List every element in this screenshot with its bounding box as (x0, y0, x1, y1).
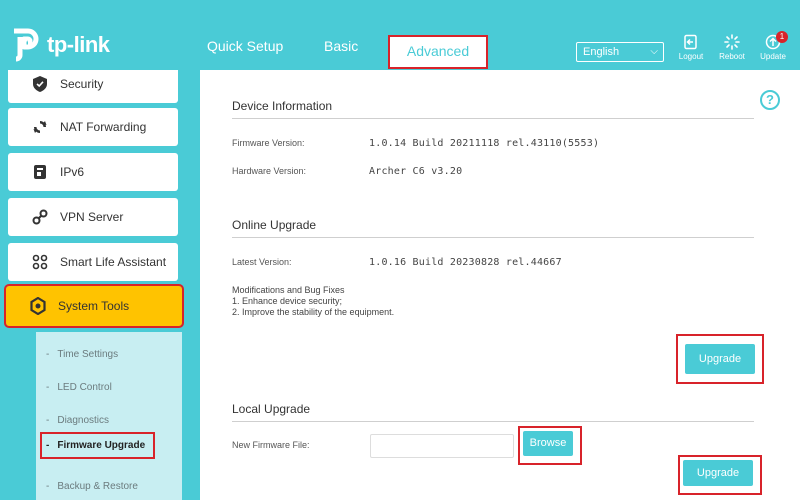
release-notes: Modifications and Bug Fixes 1. Enhance d… (232, 285, 394, 318)
reboot-icon (724, 34, 740, 50)
system-tools-submenu: - Time Settings - LED Control - Diagnostics… (36, 332, 182, 500)
submenu-label: Firmware Upgrade (57, 440, 146, 451)
submenu-item-diagnostics[interactable]: - Diagnostics (46, 415, 109, 426)
device-info-title: Device Information (232, 99, 333, 113)
local-upgrade-button[interactable]: Upgrade (683, 460, 753, 486)
release-note-item: 1. Enhance device security; (232, 296, 343, 306)
submenu-item-firmware-upgrade[interactable]: - Firmware Upgrade (39, 432, 156, 459)
update-badge: 1 (776, 31, 788, 43)
language-select[interactable]: English ⌵ (576, 42, 664, 62)
tab-advanced[interactable]: Advanced (388, 35, 488, 69)
chevron-down-icon: ⌵ (650, 46, 658, 57)
top-header: tp-link Quick Setup Basic Advanced Engli… (0, 0, 800, 70)
main-panel: ? Device Information Firmware Version: 1… (200, 70, 800, 500)
divider (232, 118, 754, 119)
submenu-label: Backup & Restore (57, 481, 138, 492)
submenu-item-backup-restore[interactable]: - Backup & Restore (46, 481, 138, 492)
divider (232, 237, 754, 238)
submenu-item-led-control[interactable]: - LED Control (46, 382, 112, 393)
reboot-label: Reboot (719, 52, 745, 61)
sidebar-item-security[interactable]: Security (8, 70, 178, 103)
online-upgrade-title: Online Upgrade (232, 218, 317, 232)
latest-version-value: 1.0.16 Build 20230828 rel.44667 (369, 257, 562, 268)
shield-icon (30, 74, 50, 94)
online-upgrade-button[interactable]: Upgrade (685, 344, 755, 374)
language-value: English (583, 46, 620, 58)
submenu-label: Diagnostics (57, 415, 110, 426)
online-upgrade-button-highlight: Upgrade (676, 334, 764, 384)
sidebar-item-label: IPv6 (60, 165, 85, 179)
tp-link-logo[interactable]: tp-link (8, 27, 110, 63)
sidebar-item-label: Smart Life Assistant (60, 255, 167, 269)
browse-button[interactable]: Browse (523, 431, 573, 456)
local-upgrade-button-highlight: Upgrade (678, 455, 762, 495)
update-button[interactable]: 1 Update (753, 31, 793, 61)
submenu-label: Time Settings (57, 349, 119, 360)
sidebar-item-vpn-server[interactable]: VPN Server (8, 198, 178, 236)
hardware-version-value: Archer C6 v3.20 (369, 166, 463, 177)
submenu-label: LED Control (57, 382, 112, 393)
divider (232, 421, 754, 422)
sidebar: Security NAT Forwarding IPv6 VPN Server … (0, 70, 190, 500)
smart-life-icon (30, 252, 50, 272)
sidebar-item-label: NAT Forwarding (60, 120, 147, 134)
sidebar-item-smart-life-assistant[interactable]: Smart Life Assistant (8, 243, 178, 281)
reboot-button[interactable]: Reboot (712, 34, 752, 61)
sidebar-item-ipv6[interactable]: IPv6 (8, 153, 178, 191)
logout-button[interactable]: Logout (671, 34, 711, 61)
firmware-version-value: 1.0.14 Build 20211118 rel.43110(5553) (369, 138, 600, 149)
ipv6-icon (30, 162, 50, 182)
firmware-version-label: Firmware Version: (232, 138, 305, 148)
tab-quick-setup[interactable]: Quick Setup (207, 38, 283, 54)
gear-icon (28, 296, 48, 316)
help-icon[interactable]: ? (760, 90, 780, 110)
sidebar-item-system-tools[interactable]: System Tools (4, 284, 184, 328)
brand-name: tp-link (47, 32, 110, 57)
tp-link-logo-icon (14, 28, 39, 62)
submenu-item-time-settings[interactable]: - Time Settings (46, 349, 118, 360)
local-upgrade-title: Local Upgrade (232, 402, 311, 416)
nat-icon (30, 117, 50, 137)
logout-icon (684, 34, 697, 50)
firmware-file-input[interactable] (370, 434, 514, 458)
release-notes-title: Modifications and Bug Fixes (232, 285, 345, 295)
sidebar-item-label: System Tools (58, 299, 130, 313)
logout-label: Logout (678, 52, 704, 61)
latest-version-label: Latest Version: (232, 257, 292, 267)
tab-basic[interactable]: Basic (324, 38, 358, 54)
hardware-version-label: Hardware Version: (232, 166, 307, 176)
update-label: Update (760, 52, 786, 61)
vpn-icon (30, 207, 50, 227)
release-note-item: 2. Improve the stability of the equipmen… (232, 307, 395, 317)
browse-button-highlight: Browse (518, 426, 582, 465)
sidebar-item-label: VPN Server (60, 210, 124, 224)
new-firmware-file-label: New Firmware File: (232, 440, 310, 450)
sidebar-item-label: Security (60, 77, 104, 91)
sidebar-item-nat-forwarding[interactable]: NAT Forwarding (8, 108, 178, 146)
